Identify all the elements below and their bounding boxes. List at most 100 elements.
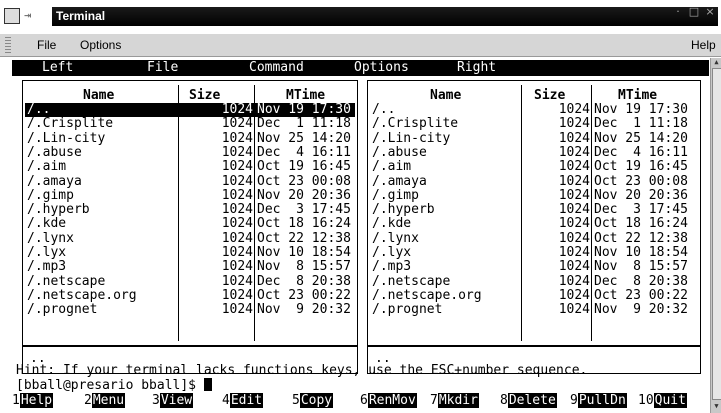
file-row[interactable]: /.abuse 1024 Dec 4 16:11: [370, 144, 696, 160]
window-menu-icon[interactable]: [4, 8, 20, 24]
file-row[interactable]: /.Crisplite 1024 Dec 1 11:18: [370, 117, 696, 131]
file-name: /.aim: [27, 159, 67, 175]
right-file-panel[interactable]: Name Size MTime /.. 1024 Nov 19 17:30/.Cri…: [367, 80, 701, 346]
file-row[interactable]: /.netscape.org 1024 Oct 23 00:22: [25, 287, 355, 303]
file-row[interactable]: /.Lin-city 1024 Nov 25 14:20: [370, 131, 696, 146]
file-mtime: Oct 23 00:08: [257, 173, 351, 189]
file-row[interactable]: /.prognet 1024 Nov 9 20:32: [25, 303, 355, 317]
fkey-view[interactable]: 3View: [152, 393, 194, 408]
file-row[interactable]: /.amaya 1024 Oct 23 00:08: [25, 173, 355, 189]
file-row[interactable]: /.Lin-city 1024 Nov 25 14:20: [25, 131, 355, 146]
fkey-copy[interactable]: 5Copy: [292, 393, 334, 408]
file-mtime: Nov 9 20:32: [257, 302, 351, 318]
maximize-icon[interactable]: □: [688, 6, 700, 18]
fkey-delete[interactable]: 8Delete: [500, 393, 557, 408]
file-size: 1024: [558, 159, 590, 175]
file-row[interactable]: /.lyx 1024 Nov 10 18:54: [25, 246, 355, 260]
file-row[interactable]: /.Crisplite 1024 Dec 1 11:18: [25, 117, 355, 131]
menu-options[interactable]: Options: [80, 38, 121, 52]
file-size: 1024: [221, 302, 253, 318]
file-row[interactable]: /.netscape 1024 Dec 8 20:38: [370, 273, 696, 289]
fkey-edit[interactable]: 4Edit: [222, 393, 264, 408]
file-name: /.lyx: [372, 245, 412, 260]
file-name: /.prognet: [372, 302, 443, 318]
column-header-size[interactable]: Size: [534, 88, 565, 103]
file-size: 1024: [558, 144, 590, 160]
hint-line: Hint: If your terminal lacks functions k…: [16, 363, 588, 378]
scroll-down-icon[interactable]: ▼: [712, 402, 721, 411]
column-header-mtime[interactable]: MTime: [618, 88, 657, 103]
fkey-help[interactable]: 1Help: [12, 393, 54, 408]
window-titlebar[interactable]: ⇥ Terminal · □ ×: [0, 0, 721, 34]
fkey-number: 10: [638, 393, 654, 408]
file-row[interactable]: /.gimp 1024 Nov 20 20:36: [25, 187, 355, 203]
file-row[interactable]: /.kde 1024 Oct 18 16:24: [25, 217, 355, 231]
column-header-name[interactable]: Name: [83, 88, 114, 103]
close-icon[interactable]: ×: [704, 6, 716, 18]
file-row[interactable]: /.lynx 1024 Oct 22 12:38: [25, 231, 355, 246]
pin-icon[interactable]: ⇥: [24, 8, 38, 22]
mc-menu-right[interactable]: Right: [457, 61, 496, 75]
file-mtime: Oct 22 12:38: [594, 230, 688, 246]
file-row[interactable]: /.. 1024 Nov 19 17:30: [370, 103, 696, 117]
file-mtime: Oct 18 16:24: [257, 216, 351, 232]
file-row[interactable]: /.netscape 1024 Dec 8 20:38: [25, 274, 355, 289]
file-size: 1024: [221, 202, 253, 218]
fkey-menu[interactable]: 2Menu: [84, 393, 126, 408]
file-row[interactable]: /.gimp 1024 Nov 20 20:36: [370, 188, 696, 203]
file-mtime: Nov 10 18:54: [257, 245, 351, 260]
file-row[interactable]: /.lyx 1024 Nov 10 18:54: [370, 246, 696, 260]
file-row[interactable]: /.prognet 1024 Nov 9 20:32: [370, 303, 696, 317]
fkey-quit[interactable]: 10Quit: [638, 393, 687, 408]
file-mtime: Dec 4 16:11: [594, 144, 688, 160]
file-row[interactable]: /.kde 1024 Oct 18 16:24: [370, 217, 696, 231]
file-mtime: Oct 23 00:22: [257, 287, 351, 303]
file-row[interactable]: /.aim 1024 Oct 19 16:45: [370, 160, 696, 174]
scroll-up-icon[interactable]: ▲: [712, 58, 721, 67]
file-name: /.mp3: [27, 259, 67, 275]
minimize-icon[interactable]: ·: [672, 6, 684, 18]
file-row[interactable]: /.hyperb 1024 Dec 3 17:45: [25, 203, 355, 217]
file-size: 1024: [558, 259, 590, 275]
file-row[interactable]: /.abuse 1024 Dec 4 16:11: [25, 144, 355, 160]
file-row[interactable]: /.mp3 1024 Nov 8 15:57: [25, 260, 355, 274]
file-row[interactable]: /.netscape.org 1024 Oct 23 00:22: [370, 288, 696, 303]
mc-menu-left[interactable]: Left: [42, 61, 73, 75]
file-size: 1024: [558, 302, 590, 318]
file-mtime: Dec 1 11:18: [594, 116, 688, 132]
file-mtime: Dec 1 11:18: [257, 116, 351, 132]
file-size: 1024: [221, 144, 253, 160]
file-name: /.gimp: [27, 187, 74, 203]
file-row[interactable]: /.amaya 1024 Oct 23 00:08: [370, 174, 696, 189]
fkey-mkdir[interactable]: 7Mkdir: [430, 393, 479, 408]
mc-menu-command[interactable]: Command: [249, 61, 304, 75]
fkey-renmov[interactable]: 6RenMov: [360, 393, 417, 408]
column-header-size[interactable]: Size: [189, 88, 220, 103]
file-row[interactable]: /.. 1024 Nov 19 17:30: [25, 103, 355, 117]
file-row[interactable]: /.aim 1024 Oct 19 16:45: [25, 160, 355, 174]
file-row[interactable]: /.lynx 1024 Oct 22 12:38: [370, 230, 696, 246]
file-size: 1024: [558, 230, 590, 246]
command-prompt[interactable]: [bball@presario bball]$: [16, 378, 212, 393]
terminal-area[interactable]: Left File Command Options Right Name Siz…: [12, 58, 709, 413]
menu-file[interactable]: File: [37, 38, 56, 52]
vertical-scrollbar[interactable]: ▲ ▼: [710, 58, 721, 413]
file-name: /.hyperb: [27, 202, 90, 218]
menu-help[interactable]: Help: [691, 38, 716, 52]
column-header-name[interactable]: Name: [430, 88, 461, 103]
menubar-grip-icon[interactable]: [5, 37, 11, 53]
scroll-thumb[interactable]: [712, 68, 721, 400]
mc-menu-file[interactable]: File: [147, 61, 178, 75]
mc-menu-options[interactable]: Options: [354, 61, 409, 75]
file-name: /.aim: [372, 159, 412, 175]
file-name: /.kde: [27, 216, 67, 232]
column-header-mtime[interactable]: MTime: [286, 88, 325, 103]
fkey-number: 8: [500, 393, 508, 408]
file-mtime: Nov 20 20:36: [257, 187, 351, 203]
file-name: /..: [27, 102, 51, 117]
file-row[interactable]: /.hyperb 1024 Dec 3 17:45: [370, 203, 696, 217]
file-name: /.netscape: [372, 273, 451, 289]
fkey-pulldn[interactable]: 9PullDn: [570, 393, 627, 408]
left-file-panel[interactable]: Name Size MTime /.. 1024 Nov 19 17:30/.Cri…: [22, 80, 358, 346]
file-row[interactable]: /.mp3 1024 Nov 8 15:57: [370, 260, 696, 274]
